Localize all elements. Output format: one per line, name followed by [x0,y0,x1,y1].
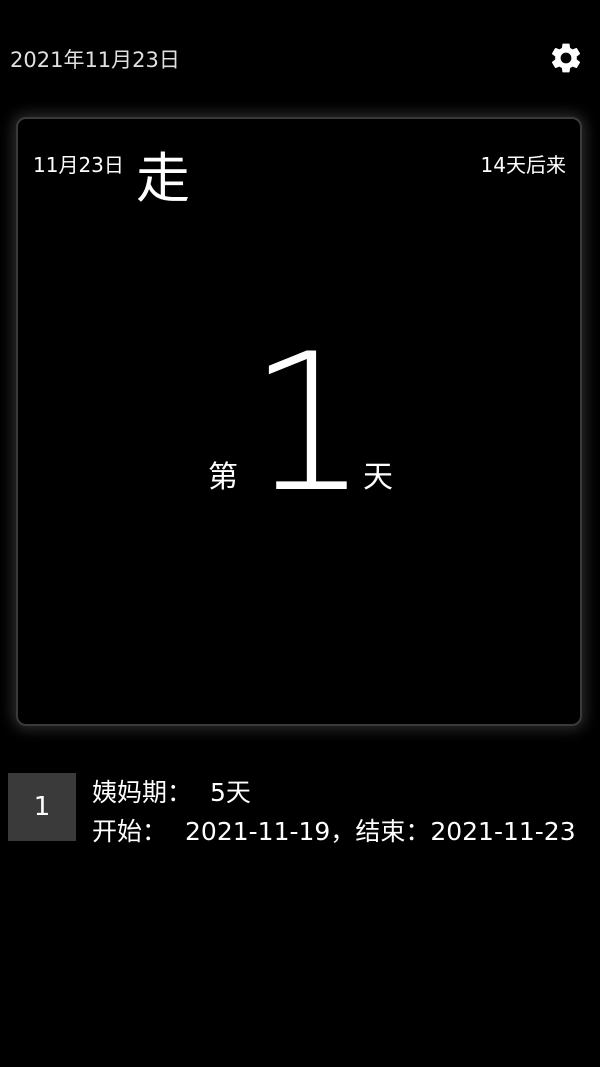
start-label: 开始： [92,817,168,846]
period-length-line: 姨妈期： 5天 [92,773,251,809]
gear-icon [548,40,584,76]
cycle-card[interactable]: 11月23日 走 14天后来 第 1 天 [16,117,582,726]
cycle-status: 走 [136,147,190,210]
list-item[interactable]: 1 姨妈期： 5天 开始： 2021-11-19，结束：2021-11-23 [8,773,592,846]
header-date: 2021年11月23日 [10,48,180,72]
end-date: 2021-11-23 [430,817,576,846]
day-suffix: 天 [363,460,393,495]
period-value: 5天 [210,778,251,807]
period-label: 姨妈期： [92,778,193,807]
end-label: 结束： [355,817,431,846]
start-date: 2021-11-19， [185,817,356,846]
settings-button[interactable] [548,40,584,76]
app-header: 2021年11月23日 [0,0,600,118]
record-index-badge: 1 [8,773,76,841]
day-number: 1 [248,313,369,534]
period-range-line: 开始： 2021-11-19，结束：2021-11-23 [92,812,576,848]
day-prefix: 第 [208,460,238,495]
next-period-countdown: 14天后来 [480,153,566,177]
card-date: 11月23日 [33,153,124,177]
